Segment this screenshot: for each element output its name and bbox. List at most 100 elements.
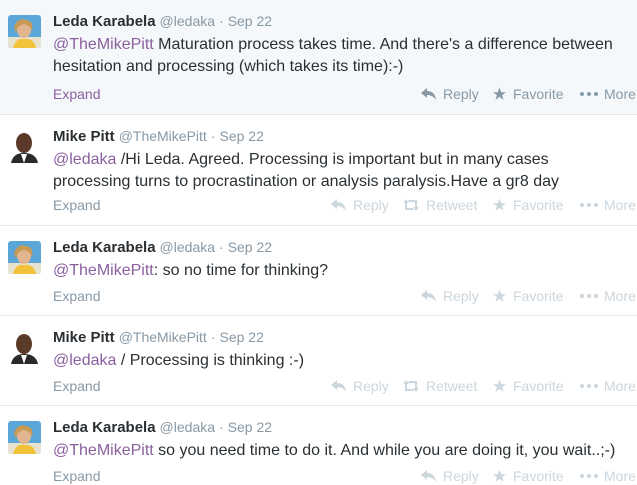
star-icon xyxy=(493,87,506,100)
tweet-author-name[interactable]: Leda Karabela xyxy=(53,419,156,436)
more-button[interactable]: More xyxy=(580,378,636,394)
reply-label: Reply xyxy=(443,86,479,102)
separator-dot: · xyxy=(219,239,224,255)
more-dots-icon xyxy=(580,384,598,388)
more-button[interactable]: More xyxy=(580,197,636,213)
tweet-header: Mike Pitt @TheMikePitt · Sep 22 xyxy=(53,127,264,146)
tweet-author-name[interactable]: Mike Pitt xyxy=(53,128,115,145)
retweet-button[interactable]: Retweet xyxy=(402,197,477,213)
favorite-button[interactable]: Favorite xyxy=(492,197,564,213)
avatar[interactable] xyxy=(8,241,41,274)
retweet-label: Retweet xyxy=(426,378,478,394)
reply-button[interactable]: Reply xyxy=(421,468,479,484)
tweet-author-username[interactable]: @ledaka xyxy=(160,419,215,435)
avatar[interactable] xyxy=(8,421,41,454)
retweet-label: Retweet xyxy=(426,197,478,213)
tweet-author-username[interactable]: @TheMikePitt xyxy=(119,329,207,345)
reply-icon xyxy=(331,199,346,211)
favorite-label: Favorite xyxy=(513,86,564,102)
separator-dot: · xyxy=(210,128,216,144)
tweet-item[interactable]: Leda Karabela @ledaka · Sep 22 @TheMikePitt… xyxy=(0,226,637,316)
favorite-button[interactable]: Favorite xyxy=(492,468,564,484)
separator-dot: · xyxy=(210,329,216,345)
tweet-body: so you need time to do it. And while you… xyxy=(153,442,616,459)
expand-link[interactable]: Expand xyxy=(53,468,100,484)
tweet-timestamp[interactable]: Sep 22 xyxy=(228,13,272,29)
tweet-text: @ledaka / Processing is thinking :-) xyxy=(53,350,628,372)
favorite-label: Favorite xyxy=(513,468,564,484)
expand-link[interactable]: Expand xyxy=(53,197,100,213)
star-icon xyxy=(493,469,506,482)
tweet-timestamp[interactable]: Sep 22 xyxy=(228,419,272,435)
favorite-label: Favorite xyxy=(513,378,564,394)
tweet-timestamp[interactable]: Sep 22 xyxy=(219,329,263,345)
expand-link[interactable]: Expand xyxy=(53,288,100,304)
more-button[interactable]: More xyxy=(580,468,636,484)
more-label: More xyxy=(604,468,636,484)
reply-button[interactable]: Reply xyxy=(331,378,389,394)
tweet-author-username[interactable]: @ledaka xyxy=(160,13,215,29)
reply-label: Reply xyxy=(443,288,479,304)
reply-icon xyxy=(421,470,436,482)
tweet-timeline: Leda Karabela @ledaka · Sep 22 @TheMikePitt… xyxy=(0,0,637,485)
tweet-header: Leda Karabela @ledaka · Sep 22 xyxy=(53,418,272,437)
more-label: More xyxy=(604,86,636,102)
tweet-timestamp[interactable]: Sep 22 xyxy=(219,128,263,144)
tweet-text: @ledaka /Hi Leda. Agreed. Processing is … xyxy=(53,149,628,193)
tweet-item[interactable]: Leda Karabela @ledaka · Sep 22 @TheMikePitt… xyxy=(0,0,637,115)
mention-link[interactable]: @ledaka xyxy=(53,151,116,168)
more-label: More xyxy=(604,288,636,304)
more-dots-icon xyxy=(580,92,598,96)
star-icon xyxy=(493,289,506,302)
reply-icon xyxy=(331,380,346,392)
tweet-author-name[interactable]: Mike Pitt xyxy=(53,329,115,346)
favorite-button[interactable]: Favorite xyxy=(492,378,564,394)
reply-button[interactable]: Reply xyxy=(421,86,479,102)
more-label: More xyxy=(604,197,636,213)
avatar[interactable] xyxy=(8,15,41,48)
more-dots-icon xyxy=(580,474,598,478)
mention-link[interactable]: @TheMikePitt xyxy=(53,262,154,279)
tweet-author-name[interactable]: Leda Karabela xyxy=(53,239,156,256)
tweet-header: Leda Karabela @ledaka · Sep 22 xyxy=(53,12,272,31)
retweet-icon xyxy=(403,199,419,211)
retweet-button[interactable]: Retweet xyxy=(402,378,477,394)
reply-icon xyxy=(421,290,436,302)
avatar[interactable] xyxy=(8,331,41,364)
expand-link[interactable]: Expand xyxy=(53,378,100,394)
tweet-header: Mike Pitt @TheMikePitt · Sep 22 xyxy=(53,328,264,347)
tweet-author-name[interactable]: Leda Karabela xyxy=(53,13,156,30)
tweet-header: Leda Karabela @ledaka · Sep 22 xyxy=(53,238,272,257)
reply-button[interactable]: Reply xyxy=(331,197,389,213)
favorite-button[interactable]: Favorite xyxy=(492,288,564,304)
mention-link[interactable]: @TheMikePitt xyxy=(53,36,154,53)
tweet-body: : so no time for thinking? xyxy=(153,262,329,279)
favorite-label: Favorite xyxy=(513,197,564,213)
tweet-text: @TheMikePitt so you need time to do it. … xyxy=(53,440,628,462)
tweet-text: @TheMikePitt: so no time for thinking? xyxy=(53,260,628,282)
reply-icon xyxy=(421,88,436,100)
star-icon xyxy=(493,379,506,392)
mention-link[interactable]: @ledaka xyxy=(53,352,116,369)
favorite-label: Favorite xyxy=(513,288,564,304)
star-icon xyxy=(493,198,506,211)
tweet-body: / Processing is thinking :-) xyxy=(116,352,305,369)
avatar[interactable] xyxy=(8,130,41,163)
more-label: More xyxy=(604,378,636,394)
reply-button[interactable]: Reply xyxy=(421,288,479,304)
tweet-author-username[interactable]: @ledaka xyxy=(160,239,215,255)
expand-link[interactable]: Expand xyxy=(53,86,100,102)
more-dots-icon xyxy=(580,203,598,207)
reply-label: Reply xyxy=(353,378,389,394)
tweet-text: @TheMikePitt Maturation process takes ti… xyxy=(53,34,628,78)
tweet-timestamp[interactable]: Sep 22 xyxy=(228,239,272,255)
tweet-body: /Hi Leda. Agreed. Processing is importan… xyxy=(53,151,560,190)
favorite-button[interactable]: Favorite xyxy=(492,86,564,102)
tweet-item[interactable]: Mike Pitt @TheMikePitt · Sep 22 @ledaka /Hi… xyxy=(0,115,637,226)
mention-link[interactable]: @TheMikePitt xyxy=(53,442,154,459)
more-button[interactable]: More xyxy=(580,288,636,304)
tweet-item[interactable]: Leda Karabela @ledaka · Sep 22 @TheMikePitt… xyxy=(0,406,637,485)
more-button[interactable]: More xyxy=(580,86,636,102)
tweet-author-username[interactable]: @TheMikePitt xyxy=(119,128,207,144)
tweet-item[interactable]: Mike Pitt @TheMikePitt · Sep 22 @ledaka / P… xyxy=(0,316,637,406)
